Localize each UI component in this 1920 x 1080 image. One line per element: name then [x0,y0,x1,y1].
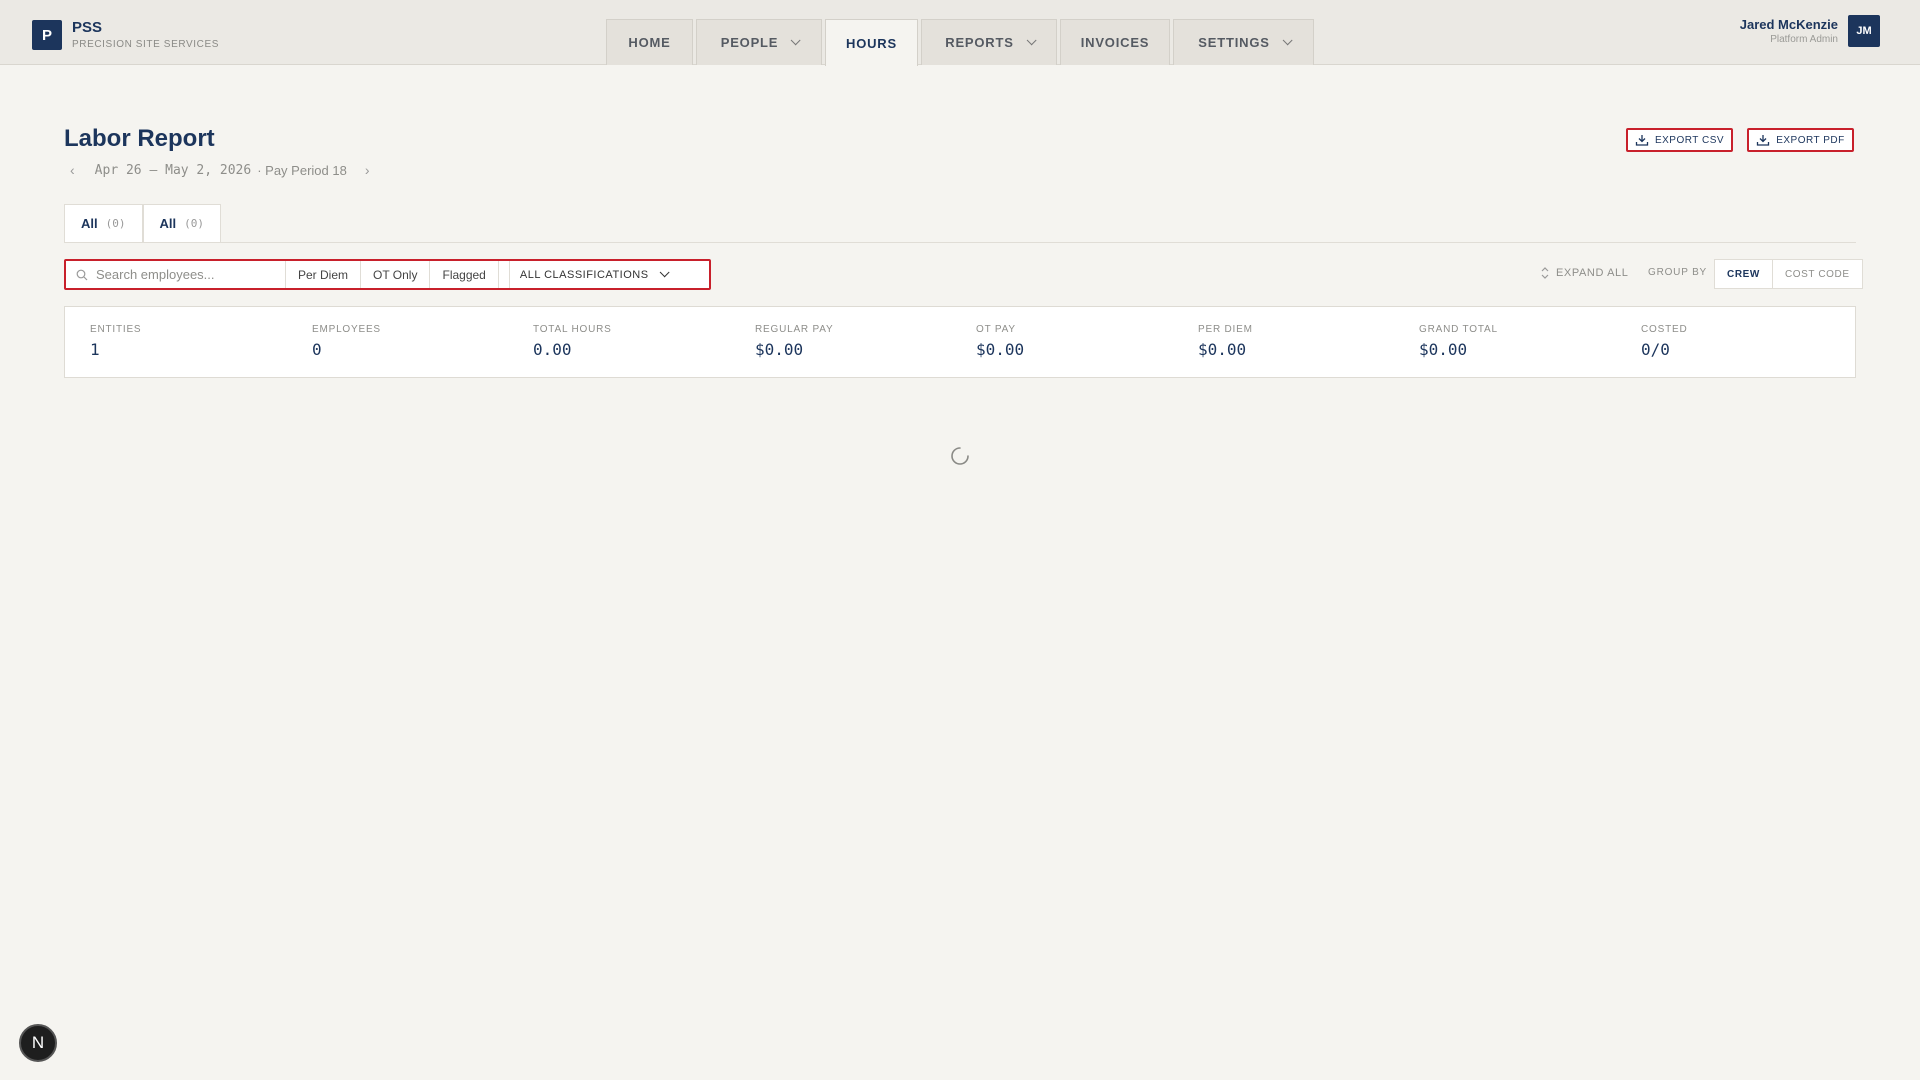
stat-label: EMPLOYEES [312,324,381,335]
expand-icon [1541,267,1549,279]
stat-value: 1 [90,340,100,359]
nav-tab-people[interactable]: PEOPLE [696,19,822,65]
nav-tab-invoices[interactable]: INVOICES [1060,19,1170,65]
group-by-cost-code[interactable]: COST CODE [1773,260,1862,288]
nav-tab-reports[interactable]: REPORTS [921,19,1057,65]
user-menu[interactable]: Jared McKenzie Platform Admin JM [1740,15,1880,47]
tab-all-2[interactable]: All (0) [142,204,221,242]
group-by-label: GROUP BY [1648,267,1708,278]
brand-subtitle: PRECISION SITE SERVICES [72,39,219,50]
search-box [66,261,286,288]
brand-name: PSS [72,19,103,36]
search-input[interactable] [96,267,276,282]
classification-select[interactable]: ALL CLASSIFICATIONS [508,261,676,288]
nav-tab-home[interactable]: HOME [606,19,693,65]
dev-tools-badge[interactable]: N [19,1024,57,1062]
stat-costed: COSTED 0/0 [1641,324,1687,359]
chevron-down-icon [659,267,670,278]
search-icon [76,269,88,280]
nav-tab-label: REPORTS [945,35,1014,50]
group-by-toggle: CREW COST CODE [1714,259,1863,289]
stat-value: 0 [312,340,322,359]
stat-label: GRAND TOTAL [1419,324,1498,335]
date-range: Apr 26 – May 2, 2026 [94,162,252,178]
tab-label: All [81,216,98,231]
export-pdf-button[interactable]: EXPORT PDF [1747,128,1854,152]
top-nav-bar: P PSS PRECISION SITE SERVICES HOME PEOPL… [0,0,1920,66]
download-icon [1635,135,1649,146]
export-csv-label: EXPORT CSV [1654,134,1725,146]
stat-value: $0.00 [1198,340,1247,359]
brand-logo: P [32,20,62,50]
nav-tab-label: INVOICES [1080,35,1150,50]
stat-value: 0/0 [1641,340,1670,359]
next-period-button[interactable]: › [365,162,370,178]
nav-tab-label: PEOPLE [720,35,779,50]
stat-value: $0.00 [755,340,804,359]
brand[interactable]: P PSS PRECISION SITE SERVICES [32,20,219,50]
nav-tab-label: HOURS [846,35,897,51]
nav-tab-settings[interactable]: SETTINGS [1173,19,1314,65]
nav-tab-label: HOME [628,35,671,50]
tab-label: All [159,216,177,231]
filter-flagged[interactable]: Flagged [430,261,499,288]
chevron-down-icon [790,35,801,46]
tab-all-1[interactable]: All (0) [64,204,143,242]
tab-count: (0) [105,217,126,230]
stat-value: $0.00 [976,340,1025,359]
stat-label: TOTAL HOURS [533,324,612,335]
prev-period-button[interactable]: ‹ [70,162,75,178]
group-by-crew[interactable]: CREW [1715,260,1773,288]
export-csv-button[interactable]: EXPORT CSV [1626,128,1733,152]
entity-tabs: All (0) All (0) [64,204,221,242]
stat-employees: EMPLOYEES 0 [312,324,381,359]
user-name: Jared McKenzie [1739,17,1838,32]
stat-label: REGULAR PAY [755,324,834,335]
main-nav: HOME PEOPLE HOURS REPORTS INVOICES SETTI… [606,19,1317,66]
stat-entities: ENTITIES 1 [90,324,141,359]
classification-value: ALL CLASSIFICATIONS [519,268,649,281]
stat-total-hours: TOTAL HOURS 0.00 [533,324,612,359]
export-pdf-label: EXPORT PDF [1776,134,1845,146]
stat-value: $0.00 [1419,340,1468,359]
summary-panel: ENTITIES 1 EMPLOYEES 0 TOTAL HOURS 0.00 … [64,306,1856,378]
page-title: Labor Report [64,125,215,152]
download-icon [1757,135,1770,146]
filter-ot-only[interactable]: OT Only [361,261,431,288]
expand-all-label: EXPAND ALL [1556,267,1629,279]
stat-label: COSTED [1641,324,1688,335]
filter-bar: Per Diem OT Only Flagged ALL CLASSIFICAT… [64,259,711,290]
stat-per-diem: PER DIEM $0.00 [1198,324,1253,359]
chevron-down-icon [1282,35,1293,46]
stat-label: ENTITIES [90,324,142,335]
pay-period-label: · Pay Period 18 [257,162,347,178]
expand-all-button[interactable]: EXPAND ALL [1540,266,1628,280]
filter-per-diem[interactable]: Per Diem [286,261,362,288]
nav-tab-hours[interactable]: HOURS [825,19,918,66]
avatar[interactable]: JM [1848,15,1880,47]
loading-spinner-icon [951,447,969,465]
tab-count: (0) [184,217,204,230]
nav-tab-label: SETTINGS [1198,35,1270,50]
stat-grand-total: GRAND TOTAL $0.00 [1419,324,1498,359]
stat-label: OT PAY [976,324,1016,335]
pay-period-nav: ‹ Apr 26 – May 2, 2026 · Pay Period 18 › [70,162,370,178]
stat-regular-pay: REGULAR PAY $0.00 [755,324,833,359]
chevron-down-icon [1026,35,1037,46]
divider [64,242,1856,243]
stat-value: 0.00 [533,340,572,359]
stat-label: PER DIEM [1198,324,1253,335]
stat-ot-pay: OT PAY $0.00 [976,324,1024,359]
user-role: Platform Admin [1770,34,1838,45]
